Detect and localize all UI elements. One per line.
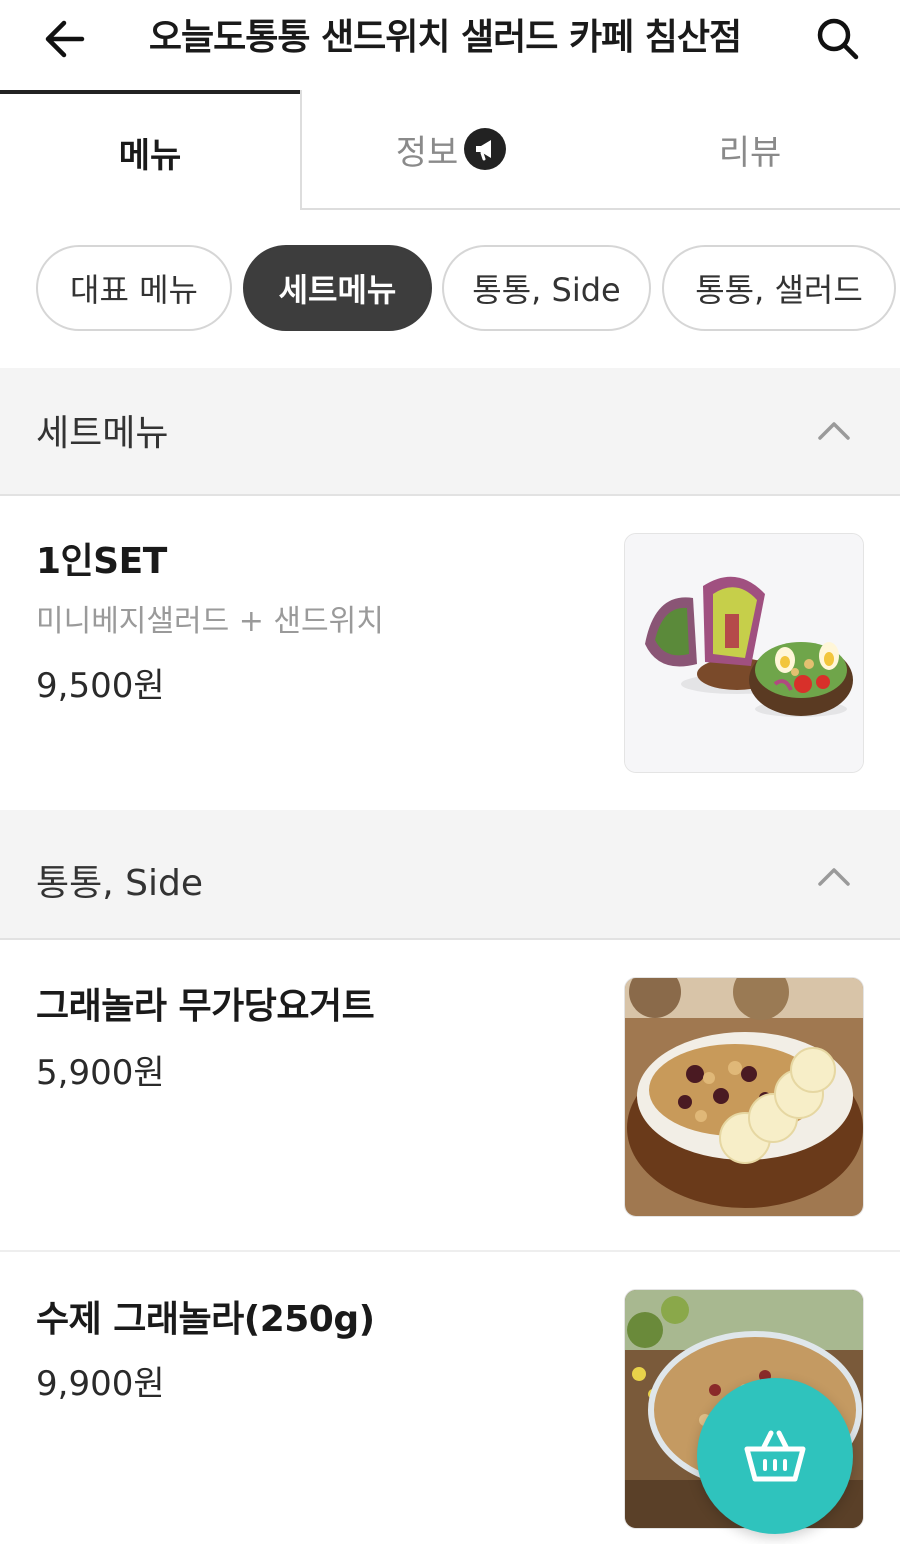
chip-salad[interactable]: 통통, 샐러드	[662, 245, 896, 331]
tab-info[interactable]: 정보	[300, 90, 600, 210]
section-header-side[interactable]: 통통, Side	[0, 810, 900, 940]
tab-menu-label: 메뉴	[118, 135, 182, 176]
tab-review[interactable]: 리뷰	[600, 90, 900, 210]
section-title: 세트메뉴	[36, 413, 169, 454]
chevron-up-icon	[818, 868, 850, 886]
shopping-basket-icon	[744, 1430, 806, 1482]
menu-item-price: 5,900원	[36, 1053, 165, 1093]
menu-item-price: 9,900원	[36, 1364, 165, 1404]
arrow-left-icon	[45, 20, 85, 58]
section-title: 통통, Side	[36, 863, 203, 904]
menu-item-name: 그래놀라 무가당요거트	[36, 986, 375, 1027]
menu-item-image	[624, 977, 864, 1217]
tab-review-label: 리뷰	[718, 132, 782, 173]
page-title: 오늘도통통 샌드위치 샐러드 카페 침산점	[148, 17, 742, 58]
menu-item[interactable]: 1인SET 미니베지샐러드 + 샌드위치 9,500원	[0, 496, 900, 810]
category-chips: 대표 메뉴 세트메뉴 통통, Side 통통, 샐러드	[0, 245, 900, 331]
menu-item-image	[624, 533, 864, 773]
chip-label: 통통, 샐러드	[695, 271, 863, 309]
chevron-up-icon	[818, 422, 850, 440]
tab-menu[interactable]: 메뉴	[0, 90, 300, 210]
menu-item[interactable]: 그래놀라 무가당요거트 5,900원	[0, 941, 900, 1251]
chip-label: 세트메뉴	[278, 271, 397, 309]
menu-item-name: 수제 그래놀라(250g)	[36, 1299, 375, 1340]
chip-label: 대표 메뉴	[70, 271, 198, 309]
megaphone-icon	[464, 128, 507, 170]
back-button[interactable]	[36, 14, 92, 64]
chip-side[interactable]: 통통, Side	[442, 245, 651, 331]
menu-item-description: 미니베지샐러드 + 샌드위치	[36, 604, 384, 639]
search-icon	[817, 18, 859, 60]
cart-button[interactable]	[697, 1378, 853, 1534]
chip-featured-menu[interactable]: 대표 메뉴	[36, 245, 232, 331]
tab-bar: 메뉴 정보 리뷰	[0, 90, 900, 210]
chip-label: 통통, Side	[472, 271, 621, 309]
app-header: 오늘도통통 샌드위치 샐러드 카페 침산점	[0, 0, 900, 90]
menu-item-price: 9,500원	[36, 666, 165, 706]
section-header-set-menu[interactable]: 세트메뉴	[0, 368, 900, 496]
menu-item-name: 1인SET	[36, 541, 167, 582]
chip-set-menu[interactable]: 세트메뉴	[243, 245, 432, 331]
search-button[interactable]	[808, 12, 868, 66]
tab-info-label: 정보	[395, 132, 459, 173]
